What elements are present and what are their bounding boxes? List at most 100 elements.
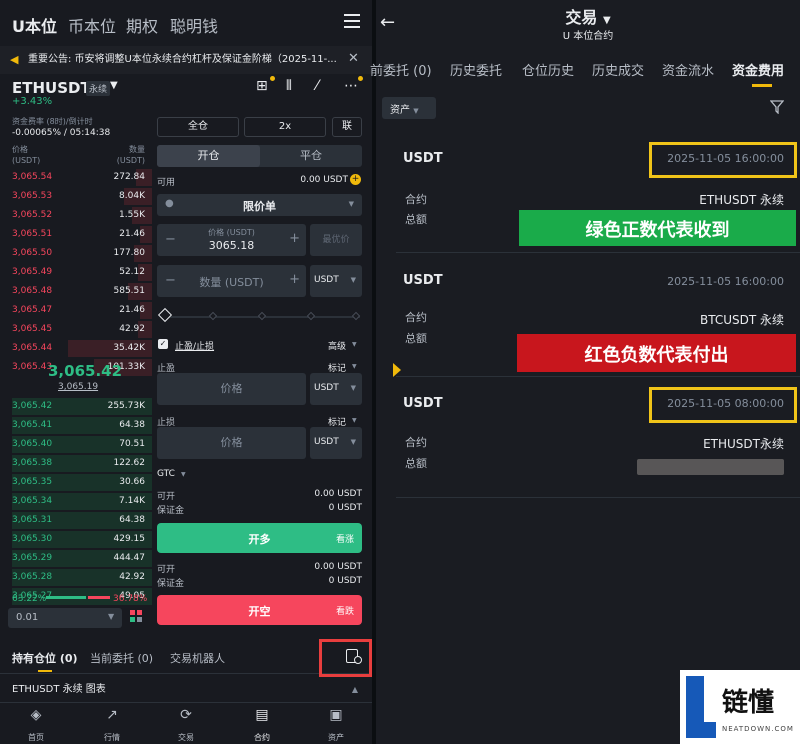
margin-mode-button[interactable]: 全仓	[157, 117, 239, 137]
nav-futures[interactable]: ▤ 合约	[242, 707, 282, 744]
precision-select[interactable]: 0.01	[8, 608, 122, 628]
open-close-tabs: 开仓 平仓	[157, 145, 362, 167]
order-price: 3,065.30	[12, 534, 53, 544]
advanced-select[interactable]: 高级	[328, 339, 346, 352]
chevron-down-icon: ▼	[350, 438, 356, 446]
bid-row[interactable]: 3,065.31 64.38	[0, 511, 152, 530]
nav-markets[interactable]: ↗ 行情	[92, 707, 132, 744]
tab-trading-bots[interactable]: 交易机器人	[170, 650, 225, 666]
tp-unit-select[interactable]: USDT ▼	[310, 373, 362, 405]
plus-icon[interactable]: +	[289, 272, 300, 287]
asset-filter-select[interactable]: 资产 ▼	[382, 97, 436, 119]
mark-price[interactable]: 3,065.19	[58, 382, 98, 392]
stop-loss-input[interactable]: 价格	[157, 427, 306, 459]
tab-current-orders[interactable]: 前委托 (0)	[370, 60, 432, 79]
tab-usdm[interactable]: U本位	[12, 13, 57, 37]
bid-row[interactable]: 3,065.30 429.15	[0, 530, 152, 549]
bid-row[interactable]: 3,065.38 122.62	[0, 454, 152, 473]
chevron-down-icon: ▼	[181, 471, 186, 478]
price-input[interactable]: − 价格 (USDT) 3065.18 +	[157, 224, 306, 256]
perpetual-badge: 永续	[86, 81, 111, 96]
ask-row[interactable]: 3,065.52 1.55K	[0, 206, 152, 225]
sl-unit-select[interactable]: USDT ▼	[310, 427, 362, 459]
ask-row[interactable]: 3,065.51 21.46	[0, 225, 152, 244]
available-value: 0.00 USDT	[300, 175, 348, 185]
price-change: +3.43%	[12, 96, 53, 107]
tab-positions[interactable]: 持有仓位 (0)	[12, 650, 78, 666]
order-type-select[interactable]: ● 限价单 ▼	[157, 194, 362, 216]
more-icon[interactable]: ⋯	[344, 78, 358, 94]
orderbook-layout-icon[interactable]	[130, 610, 142, 622]
tab-order-history[interactable]: 历史委托	[450, 60, 502, 79]
bbo-button[interactable]: 最优价	[310, 224, 362, 256]
quantity-unit-select[interactable]: USDT ▼	[310, 265, 362, 297]
buy-ratio: 63.22%	[12, 594, 47, 604]
ask-row[interactable]: 3,065.48 585.51	[0, 282, 152, 301]
menu-icon[interactable]	[344, 14, 360, 28]
order-qty: 429.15	[113, 534, 146, 544]
tab-position-history[interactable]: 仓位历史	[522, 60, 574, 79]
bid-row[interactable]: 3,065.34 7.14K	[0, 492, 152, 511]
candlestick-icon[interactable]: ⫴	[286, 78, 292, 94]
leverage-button[interactable]: 2x	[244, 117, 326, 137]
open-short-button[interactable]: 开空 看跌	[157, 595, 362, 625]
filter-icon[interactable]	[770, 100, 784, 114]
tab-open[interactable]: 开仓	[157, 145, 260, 167]
ask-row[interactable]: 3,065.50 177.80	[0, 244, 152, 263]
chart-bar[interactable]: ETHUSDT 永续 图表 ▲	[0, 680, 372, 700]
nav-home[interactable]: ◈ 首页	[16, 707, 56, 744]
bid-row[interactable]: 3,065.42 255.73K	[0, 397, 152, 416]
tab-close[interactable]: 平仓	[260, 145, 362, 167]
tab-trade-history[interactable]: 历史成交	[592, 60, 644, 79]
ask-row[interactable]: 3,065.44 35.42K	[0, 339, 152, 358]
tab-options[interactable]: 期权	[126, 13, 158, 37]
tab-transaction-flow[interactable]: 资金流水	[662, 60, 714, 79]
chevron-up-icon[interactable]: ▲	[352, 680, 358, 700]
transfer-icon[interactable]: +	[350, 174, 361, 185]
quantity-input[interactable]: − 数量 (USDT) +	[157, 265, 306, 297]
bottom-nav: ◈ 首页 ↗ 行情 ⟳ 交易 ▤ 合约 ▣ 资产	[0, 702, 372, 744]
announcement-banner[interactable]: 重要公告: 币安将调整U本位永续合约杠杆及保证金阶梯（2025-11-...	[0, 46, 372, 74]
gift-icon[interactable]: ⊞	[256, 78, 268, 94]
futures-icon: ▤	[255, 707, 269, 723]
take-profit-input[interactable]: 价格	[157, 373, 306, 405]
close-icon[interactable]: ✕	[348, 51, 359, 66]
chevron-down-icon[interactable]: ▼	[110, 80, 118, 91]
tpsl-checkbox[interactable]: ✓	[158, 339, 168, 349]
record-time: 2025-11-05 16:00:00	[667, 275, 784, 288]
bid-row[interactable]: 3,065.29 444.47	[0, 549, 152, 568]
tab-smart-money[interactable]: 聪明钱	[170, 13, 218, 37]
calculator-icon[interactable]: ⁄	[316, 78, 318, 94]
tab-funding-fee[interactable]: 资金费用	[732, 60, 784, 79]
record-currency: USDT	[403, 151, 443, 166]
bid-row[interactable]: 3,065.40 70.51	[0, 435, 152, 454]
order-price: 3,065.34	[12, 496, 53, 506]
wallet-icon: ▣	[329, 707, 343, 723]
plus-icon[interactable]: +	[289, 231, 300, 246]
ask-row[interactable]: 3,065.47 21.46	[0, 301, 152, 320]
open-long-button[interactable]: 开多 看涨	[157, 523, 362, 553]
ask-row[interactable]: 3,065.45 42.92	[0, 320, 152, 339]
swap-icon: ⟳	[180, 707, 192, 723]
bid-row[interactable]: 3,065.41 64.38	[0, 416, 152, 435]
tab-coinm[interactable]: 币本位	[68, 13, 116, 37]
speaker-icon: ◀	[10, 53, 19, 66]
symbol-name[interactable]: ETHUSDT	[12, 79, 91, 97]
order-qty: 272.84	[113, 172, 146, 182]
ask-row[interactable]: 3,065.54 272.84	[0, 168, 152, 187]
ask-row[interactable]: 3,065.53 8.04K	[0, 187, 152, 206]
slider-handle[interactable]	[157, 307, 173, 323]
tab-open-orders[interactable]: 当前委托 (0)	[90, 650, 153, 666]
ask-row[interactable]: 3,065.49 52.12	[0, 263, 152, 282]
nav-assets[interactable]: ▣ 资产	[316, 707, 356, 744]
bid-row[interactable]: 3,065.35 30.66	[0, 473, 152, 492]
link-button[interactable]: 联	[332, 117, 362, 137]
page-subtitle: U 本位合约	[562, 31, 614, 42]
nav-trade[interactable]: ⟳ 交易	[166, 707, 206, 744]
time-in-force-select[interactable]: GTC	[157, 469, 175, 479]
chevron-down-icon: ▼	[348, 200, 354, 208]
order-price: 3,065.45	[12, 324, 53, 334]
quantity-slider[interactable]	[157, 307, 361, 324]
bid-row[interactable]: 3,065.28 42.92	[0, 568, 152, 587]
page-title[interactable]: 交易 ▼	[376, 4, 800, 28]
